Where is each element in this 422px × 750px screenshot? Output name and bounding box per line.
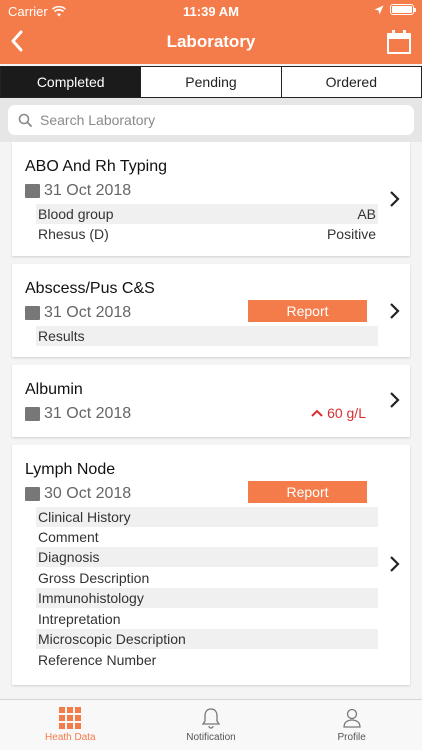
result-row: Reference Number: [38, 652, 157, 668]
grid-icon: [59, 707, 82, 729]
result-row: Comment: [38, 529, 99, 545]
tab-completed[interactable]: Completed: [1, 67, 141, 97]
calendar-icon: [25, 306, 40, 320]
tab-pending[interactable]: Pending: [140, 67, 280, 97]
report-button[interactable]: Report: [248, 300, 367, 322]
calendar-icon: [25, 184, 40, 198]
result-label: Rhesus (D): [38, 226, 109, 242]
tabbar-heath-data[interactable]: Heath Data: [0, 700, 141, 750]
result-row: Intrepretation: [38, 611, 121, 627]
lab-card-albumin[interactable]: Albumin 31 Oct 2018 60 g/L: [12, 365, 410, 437]
battery-icon: [390, 4, 416, 15]
chevron-up-icon: [311, 409, 323, 417]
result-label: Blood group: [38, 206, 114, 222]
result-row: Clinical History: [36, 507, 378, 527]
result-row: Diagnosis: [36, 547, 378, 567]
tabbar-label: Heath Data: [45, 732, 96, 743]
bottom-tab-bar: Heath Data Notification Profile: [0, 699, 422, 750]
chevron-right-icon: [390, 191, 400, 207]
card-date: 31 Oct 2018: [44, 182, 132, 199]
lab-results-list: ABO And Rh Typing 31 Oct 2018 Blood grou…: [0, 142, 422, 698]
chevron-right-icon: [390, 556, 400, 572]
status-tabs: Completed Pending Ordered: [0, 66, 422, 98]
result-row: Rhesus (D) Positive: [36, 224, 378, 244]
search-icon: [18, 113, 32, 127]
tabbar-label: Notification: [186, 732, 236, 743]
card-title: Abscess/Pus C&S: [25, 280, 155, 297]
card-title: ABO And Rh Typing: [25, 158, 168, 175]
calendar-button[interactable]: [386, 30, 412, 56]
calendar-icon: [25, 407, 40, 421]
tabbar-label: Profile: [337, 732, 366, 743]
location-arrow-icon: [374, 5, 384, 14]
result-row: Microscopic Description: [36, 629, 378, 649]
result-value: Positive: [326, 226, 376, 242]
card-title: Lymph Node: [25, 461, 116, 478]
report-button[interactable]: Report: [248, 481, 367, 503]
search-input[interactable]: [40, 112, 414, 128]
result-row: Immunohistology: [36, 588, 378, 608]
lab-card-lymph-node[interactable]: Lymph Node 30 Oct 2018 Report Clinical H…: [12, 445, 410, 685]
status-time: 11:39 AM: [183, 4, 239, 19]
result-row: Blood group AB: [36, 204, 378, 224]
bell-icon: [201, 708, 221, 729]
app-header: Carrier 11:39 AM Laboratory: [0, 0, 422, 64]
user-icon: [343, 708, 361, 728]
chevron-right-icon: [390, 392, 400, 408]
search-bar: [0, 98, 422, 142]
lab-card-abscess[interactable]: Abscess/Pus C&S 31 Oct 2018 Report Resul…: [12, 264, 410, 357]
card-date: 31 Oct 2018: [44, 304, 132, 321]
card-date: 31 Oct 2018: [44, 405, 132, 422]
status-bar: Carrier 11:39 AM: [0, 4, 422, 20]
result-label: Results: [38, 328, 85, 344]
calendar-icon: [387, 30, 411, 54]
lab-card-abo-rh[interactable]: ABO And Rh Typing 31 Oct 2018 Blood grou…: [12, 142, 410, 256]
tabbar-notification[interactable]: Notification: [141, 700, 282, 750]
calendar-icon: [25, 487, 40, 501]
result-value: AB: [357, 206, 376, 222]
result-row: Gross Description: [38, 570, 150, 586]
result-value-high: 60 g/L: [311, 405, 366, 421]
tab-ordered[interactable]: Ordered: [280, 67, 421, 97]
card-date: 30 Oct 2018: [44, 485, 132, 502]
card-title: Albumin: [25, 381, 83, 398]
tabbar-profile[interactable]: Profile: [281, 700, 422, 750]
result-row: Results: [36, 326, 378, 346]
chevron-right-icon: [390, 303, 400, 319]
page-title: Laboratory: [166, 32, 256, 51]
